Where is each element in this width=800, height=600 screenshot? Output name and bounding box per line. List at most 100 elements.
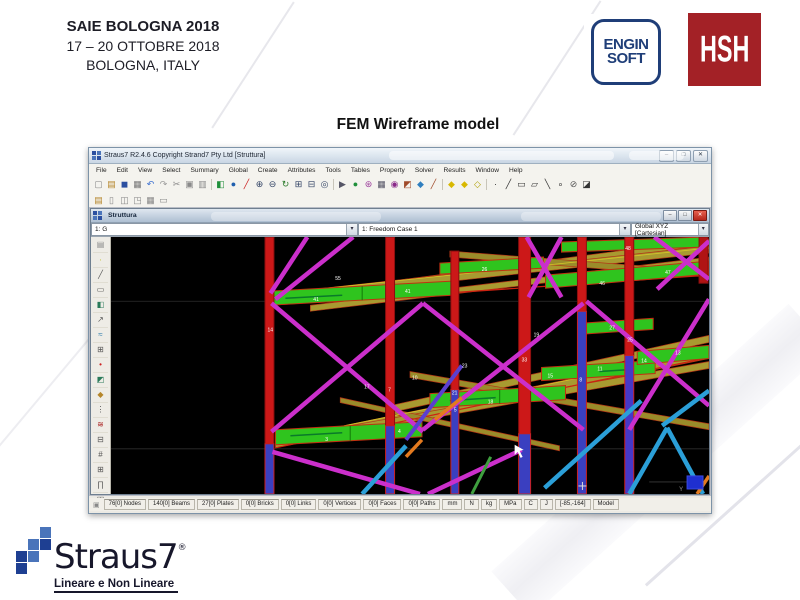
toolbar-main-15-icon[interactable]: ↻ bbox=[279, 178, 292, 191]
menu-results[interactable]: Results bbox=[439, 167, 471, 174]
child-minimize-button[interactable]: – bbox=[663, 210, 677, 221]
toolbar-main-25-icon[interactable]: ◩ bbox=[401, 178, 414, 191]
toolbar-main-11-icon[interactable]: ● bbox=[227, 178, 240, 191]
menu-solver[interactable]: Solver bbox=[410, 167, 439, 174]
freedom-case-combo[interactable]: 1: Freedom Case 1 ▾ bbox=[358, 223, 631, 236]
toolbar-main-14-icon[interactable]: ⊖ bbox=[266, 178, 279, 191]
fem-model-canvas[interactable]: Y 41415526464748143382575341821151114132… bbox=[111, 237, 709, 494]
left-tool-10-icon[interactable]: ◆ bbox=[93, 388, 108, 403]
status-cell-0: 76[0] Nodes bbox=[104, 499, 146, 510]
menu-create[interactable]: Create bbox=[253, 167, 283, 174]
toolbar-main-4-icon[interactable]: ↶ bbox=[144, 178, 157, 191]
beam-label: 19 bbox=[534, 332, 540, 338]
left-tool-6-icon[interactable]: ≈ bbox=[93, 328, 108, 343]
toolbar-main-37-icon[interactable]: ╲ bbox=[541, 178, 554, 191]
status-cell-2: 27[0] Plates bbox=[197, 499, 239, 510]
toolbar-main-26-icon[interactable]: ◆ bbox=[414, 178, 427, 191]
toolbar-main-0-icon[interactable]: ▢ bbox=[92, 178, 105, 191]
left-tool-15-icon[interactable]: ⊞ bbox=[93, 463, 108, 478]
toolbar-main-34-icon[interactable]: ╱ bbox=[502, 178, 515, 191]
left-tool-2-icon[interactable]: ╱ bbox=[93, 268, 108, 283]
left-tool-3-icon[interactable]: ▭ bbox=[93, 283, 108, 298]
toolbar-main-16-icon[interactable]: ⊞ bbox=[292, 178, 305, 191]
beam-label: 25 bbox=[627, 337, 633, 343]
child-maximize-button[interactable]: □ bbox=[678, 210, 692, 221]
close-button[interactable]: ✕ bbox=[693, 150, 708, 162]
toolbar-main-3-icon[interactable]: ▦ bbox=[131, 178, 144, 191]
menu-global[interactable]: Global bbox=[224, 167, 253, 174]
menu-file[interactable]: File bbox=[91, 167, 112, 174]
left-tool-4-icon[interactable]: ◧ bbox=[93, 298, 108, 313]
toolbar-main-23-icon[interactable]: ▦ bbox=[375, 178, 388, 191]
menu-tables[interactable]: Tables bbox=[346, 167, 375, 174]
left-tool-5-icon[interactable]: ↗ bbox=[93, 313, 108, 328]
toolbar-main-17-icon[interactable]: ⊟ bbox=[305, 178, 318, 191]
toolbar-main-8-icon[interactable]: ▥ bbox=[196, 178, 209, 191]
left-tool-14-icon[interactable]: # bbox=[93, 448, 108, 463]
child-title-bar[interactable]: Struttura – □ ✕ bbox=[91, 209, 709, 223]
chevron-down-icon[interactable]: ▾ bbox=[698, 224, 708, 235]
toolbar-main-27-icon[interactable]: ╱ bbox=[427, 178, 440, 191]
toolbar-main-40-icon[interactable]: ◪ bbox=[580, 178, 593, 191]
toolbar-main-21-icon[interactable]: ● bbox=[349, 178, 362, 191]
toolbar-main-33-icon[interactable]: · bbox=[489, 178, 502, 191]
left-tool-8-icon[interactable]: • bbox=[93, 358, 108, 373]
menu-edit[interactable]: Edit bbox=[112, 167, 133, 174]
left-tool-7-icon[interactable]: ⊞ bbox=[93, 343, 108, 358]
slide: SAIE BOLOGNA 2018 17 – 20 OTTOBRE 2018 B… bbox=[0, 0, 800, 600]
beam-label: 41 bbox=[313, 297, 319, 303]
model-tree-combo[interactable]: 1: G ▾ bbox=[91, 223, 358, 236]
toolbar-main-38-icon[interactable]: ∘ bbox=[554, 178, 567, 191]
toolbar-main-12-icon[interactable]: ╱ bbox=[240, 178, 253, 191]
toolbar-secondary-3-icon[interactable]: ◳ bbox=[131, 194, 144, 207]
left-tool-0-icon[interactable]: ▤ bbox=[93, 238, 108, 253]
toolbar-main-24-icon[interactable]: ◉ bbox=[388, 178, 401, 191]
menu-view[interactable]: View bbox=[133, 167, 157, 174]
menu-summary[interactable]: Summary bbox=[186, 167, 224, 174]
toolbar-main-22-icon[interactable]: ⊛ bbox=[362, 178, 375, 191]
toolbar-main-2-icon[interactable]: ◼ bbox=[118, 178, 131, 191]
menu-window[interactable]: Window bbox=[471, 167, 504, 174]
toolbar-main-20-icon[interactable]: ▶ bbox=[336, 178, 349, 191]
toolbar-main-31-icon[interactable]: ◇ bbox=[471, 178, 484, 191]
toolbar-secondary-2-icon[interactable]: ◫ bbox=[118, 194, 131, 207]
toolbar-secondary-5-icon[interactable]: ▭ bbox=[157, 194, 170, 207]
toolbar-main-36-icon[interactable]: ▱ bbox=[528, 178, 541, 191]
left-tool-16-icon[interactable]: ∏ bbox=[93, 478, 108, 493]
beam-label: 4 bbox=[398, 429, 401, 435]
statusbar-grip-icon: ▣ bbox=[91, 501, 102, 509]
toolbar-main-29-icon[interactable]: ◆ bbox=[445, 178, 458, 191]
menu-attributes[interactable]: Attributes bbox=[283, 167, 321, 174]
status-cell-9: N bbox=[464, 499, 478, 510]
toolbar-main-7-icon[interactable]: ▣ bbox=[183, 178, 196, 191]
left-tool-11-icon[interactable]: ⋮ bbox=[93, 403, 108, 418]
toolbar-main-30-icon[interactable]: ◆ bbox=[458, 178, 471, 191]
toolbar-main-5-icon[interactable]: ↷ bbox=[157, 178, 170, 191]
beam-label: 5 bbox=[454, 408, 457, 414]
title-bar[interactable]: Straus7 R2.4.6 Copyright Strand7 Pty Ltd… bbox=[89, 148, 711, 164]
menu-property[interactable]: Property bbox=[375, 167, 410, 174]
chevron-down-icon[interactable]: ▾ bbox=[346, 224, 357, 235]
toolbar-main-13-icon[interactable]: ⊕ bbox=[253, 178, 266, 191]
menu-select[interactable]: Select bbox=[157, 167, 185, 174]
child-close-button[interactable]: ✕ bbox=[693, 210, 707, 221]
menu-help[interactable]: Help bbox=[504, 167, 528, 174]
toolbar-main-10-icon[interactable]: ◧ bbox=[214, 178, 227, 191]
left-tool-13-icon[interactable]: ⊟ bbox=[93, 433, 108, 448]
coord-system-combo[interactable]: Global XYZ [Cartesian] ▾ bbox=[631, 223, 709, 236]
chevron-down-icon[interactable]: ▾ bbox=[619, 224, 630, 235]
toolbar-main-18-icon[interactable]: ◎ bbox=[318, 178, 331, 191]
status-cell-8: mm bbox=[442, 499, 462, 510]
toolbar-main-1-icon[interactable]: ▤ bbox=[105, 178, 118, 191]
toolbar-main-6-icon[interactable]: ✂ bbox=[170, 178, 183, 191]
toolbar-main-39-icon[interactable]: ⊘ bbox=[567, 178, 580, 191]
left-tool-12-icon[interactable]: ≋ bbox=[93, 418, 108, 433]
toolbar-secondary-0-icon[interactable]: ▤ bbox=[92, 194, 105, 207]
left-tool-9-icon[interactable]: ◩ bbox=[93, 373, 108, 388]
toolbar-secondary-4-icon[interactable]: ▦ bbox=[144, 194, 157, 207]
toolbar-secondary-1-icon[interactable]: ▯ bbox=[105, 194, 118, 207]
toolbar-main-35-icon[interactable]: ▭ bbox=[515, 178, 528, 191]
model-viewport[interactable]: Y 41415526464748143382575341821151114132… bbox=[111, 237, 709, 494]
menu-tools[interactable]: Tools bbox=[320, 167, 345, 174]
left-tool-1-icon[interactable]: ∙ bbox=[93, 253, 108, 268]
